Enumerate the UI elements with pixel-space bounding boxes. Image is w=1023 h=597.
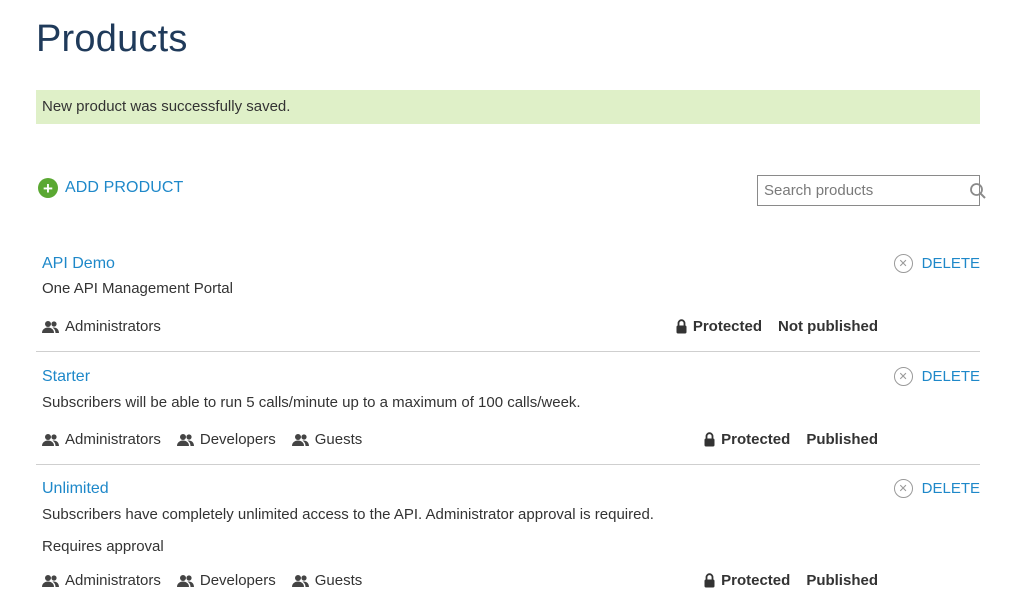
add-product-button[interactable]: + ADD PRODUCT (38, 178, 183, 198)
protection-status: Protected (676, 318, 762, 335)
product-status: Protected Published (704, 572, 878, 589)
group-administrators: Administrators (42, 572, 161, 589)
product-status: Protected Published (704, 431, 878, 448)
users-icon (176, 574, 194, 587)
product-row-api-demo: API Demo One API Management Portal ✕ DEL… (36, 250, 980, 352)
users-icon (42, 320, 59, 333)
approval-note: Requires approval (42, 538, 164, 555)
group-developers: Developers (176, 572, 276, 589)
delete-button[interactable]: ✕ DELETE (893, 367, 980, 386)
product-row-starter: Starter Subscribers will be able to run … (36, 363, 980, 465)
delete-button[interactable]: ✕ DELETE (893, 479, 980, 498)
group-label: Administrators (65, 431, 161, 448)
product-groups: Administrators Developers Guests (42, 431, 362, 448)
add-product-label: ADD PRODUCT (65, 179, 184, 196)
delete-label: DELETE (921, 480, 980, 497)
group-developers: Developers (176, 431, 276, 448)
group-label: Guests (314, 431, 363, 448)
delete-button[interactable]: ✕ DELETE (893, 254, 980, 273)
search-box (757, 175, 986, 206)
publish-state: Not published (778, 318, 878, 335)
product-name-link[interactable]: Starter (42, 368, 90, 386)
product-description: Subscribers will be able to run 5 calls/… (42, 394, 581, 411)
product-row-unlimited: Unlimited Subscribers have completely un… (36, 475, 980, 597)
product-name-link[interactable]: Unlimited (42, 480, 109, 498)
close-circle-icon: ✕ (893, 479, 913, 498)
group-guests: Guests (291, 572, 363, 589)
delete-label: DELETE (921, 368, 980, 385)
group-guests: Guests (291, 431, 363, 448)
users-icon (176, 433, 194, 446)
users-icon (42, 574, 59, 587)
group-label: Administrators (65, 318, 161, 335)
group-label: Administrators (65, 572, 161, 589)
users-icon (291, 574, 309, 587)
group-label: Developers (199, 431, 276, 448)
plus-circle-icon: + (38, 178, 58, 198)
close-circle-icon: ✕ (893, 254, 913, 273)
protection-status: Protected (704, 431, 790, 448)
group-administrators: Administrators (42, 318, 161, 335)
users-icon (42, 433, 59, 446)
group-label: Guests (314, 572, 363, 589)
protection-label: Protected (721, 572, 791, 589)
publish-state: Published (806, 572, 878, 589)
protection-label: Protected (692, 318, 762, 335)
product-description: One API Management Portal (42, 280, 233, 297)
users-icon (291, 433, 309, 446)
success-notice: New product was successfully saved. (36, 90, 980, 124)
protection-label: Protected (721, 431, 791, 448)
publish-state: Published (806, 431, 878, 448)
product-description: Subscribers have completely unlimited ac… (42, 506, 654, 523)
lock-icon (704, 573, 715, 588)
delete-label: DELETE (921, 255, 980, 272)
page-title: Products (36, 18, 188, 60)
close-circle-icon: ✕ (893, 367, 913, 386)
search-input[interactable] (758, 176, 969, 205)
search-icon[interactable] (969, 176, 987, 205)
product-groups: Administrators (42, 318, 161, 335)
lock-icon (704, 432, 715, 447)
group-administrators: Administrators (42, 431, 161, 448)
protection-status: Protected (704, 572, 790, 589)
product-groups: Administrators Developers Guests (42, 572, 362, 589)
lock-icon (676, 319, 687, 334)
product-status: Protected Not published (676, 318, 878, 335)
product-name-link[interactable]: API Demo (42, 255, 115, 273)
group-label: Developers (199, 572, 276, 589)
